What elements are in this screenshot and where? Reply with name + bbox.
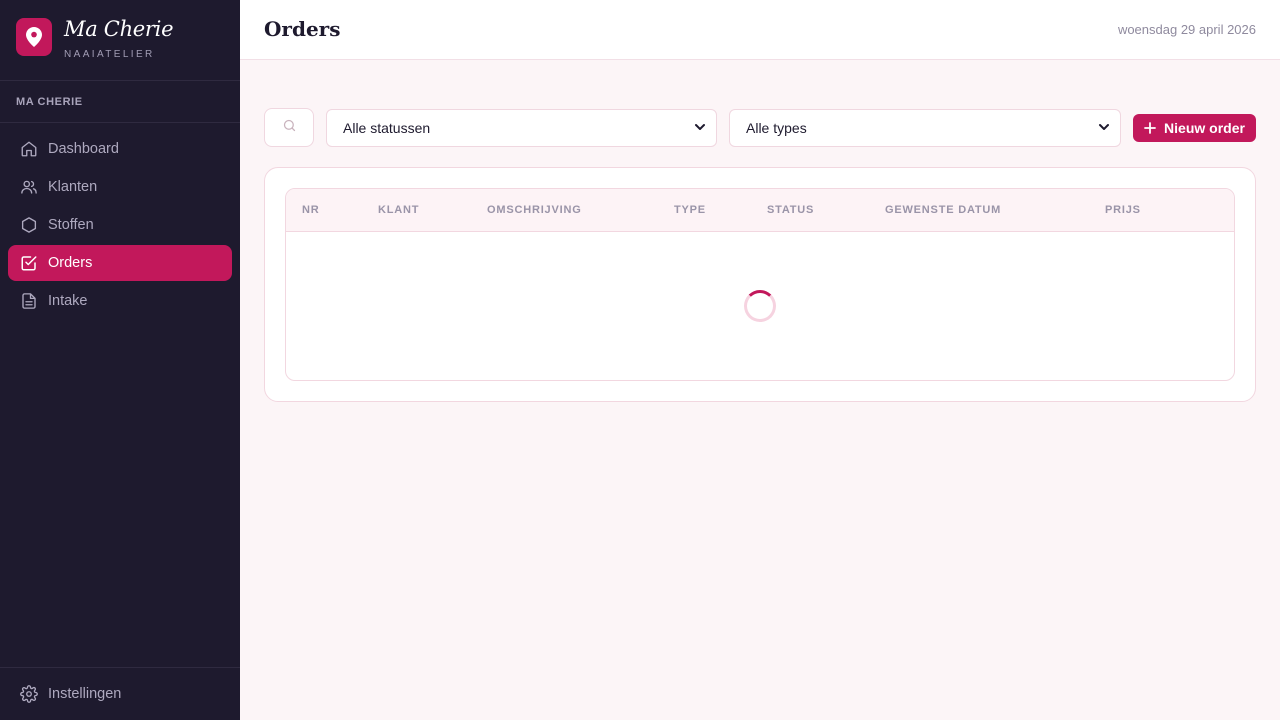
status-filter-select[interactable]: Alle statussen [326,109,717,147]
table-header: NR KLANT OMSCHRIJVING TYPE STATUS GEWENS… [286,189,1234,232]
sidebar-item-label: Orders [48,255,93,271]
plus-icon [1144,122,1156,134]
sidebar-footer-label: Instellingen [48,686,122,702]
type-filter-select[interactable]: Alle types [729,109,1121,147]
brand-subtitle: NAAIATELIER [64,49,155,60]
sidebar-item-stoffen[interactable]: Stoffen [8,207,232,243]
column-header-gewenste-datum[interactable]: GEWENSTE DATUM [885,204,1001,216]
sidebar-item-label: Stoffen [48,217,94,233]
page-header: Orders woensdag 29 april 2026 [240,0,1280,60]
sidebar-item-dashboard[interactable]: Dashboard [8,131,232,167]
sidebar-item-label: Intake [48,293,88,309]
column-header-nr[interactable]: NR [302,204,320,216]
gear-icon [20,685,38,703]
page-title: Orders [264,17,341,41]
header-date: woensdag 29 april 2026 [1117,22,1256,37]
column-header-status[interactable]: STATUS [767,204,814,216]
document-icon [20,292,38,310]
chevron-down-icon [1098,120,1110,136]
users-icon [20,178,38,196]
sidebar-item-klanten[interactable]: Klanten [8,169,232,205]
sidebar-nav: Dashboard Klanten Stoffen Orders Intake [0,123,240,319]
sidebar-item-intake[interactable]: Intake [8,283,232,319]
new-order-label: Nieuw order [1164,120,1245,136]
map-pin-icon [16,18,52,56]
column-header-omschrijving[interactable]: OMSCHRIJVING [487,204,582,216]
sidebar: Ma Cherie NAAIATELIER MA CHERIE Dashboar… [0,0,240,720]
loading-spinner [744,290,776,322]
status-filter-value: Alle statussen [343,120,431,136]
orders-table: NR KLANT OMSCHRIJVING TYPE STATUS GEWENS… [285,188,1235,381]
sidebar-section-label: MA CHERIE [0,81,240,123]
search-input[interactable] [264,108,314,147]
orders-card: NR KLANT OMSCHRIJVING TYPE STATUS GEWENS… [264,167,1256,402]
column-header-type[interactable]: TYPE [674,204,706,216]
chevron-down-icon [694,120,706,136]
brand: Ma Cherie NAAIATELIER [0,0,240,81]
search-icon [282,118,297,138]
column-header-klant[interactable]: KLANT [378,204,419,216]
type-filter-value: Alle types [746,120,807,136]
filter-toolbar: Alle statussen Alle types Nieuw order [264,108,1256,148]
new-order-button[interactable]: Nieuw order [1133,114,1256,142]
column-header-prijs[interactable]: PRIJS [1105,204,1141,216]
sidebar-item-label: Dashboard [48,141,119,157]
hexagon-icon [20,216,38,234]
home-icon [20,140,38,158]
sidebar-item-orders[interactable]: Orders [8,245,232,281]
brand-name: Ma Cherie [64,17,174,41]
sidebar-item-instellingen[interactable]: Instellingen [0,667,240,720]
sidebar-item-label: Klanten [48,179,98,195]
check-square-icon [20,254,38,272]
